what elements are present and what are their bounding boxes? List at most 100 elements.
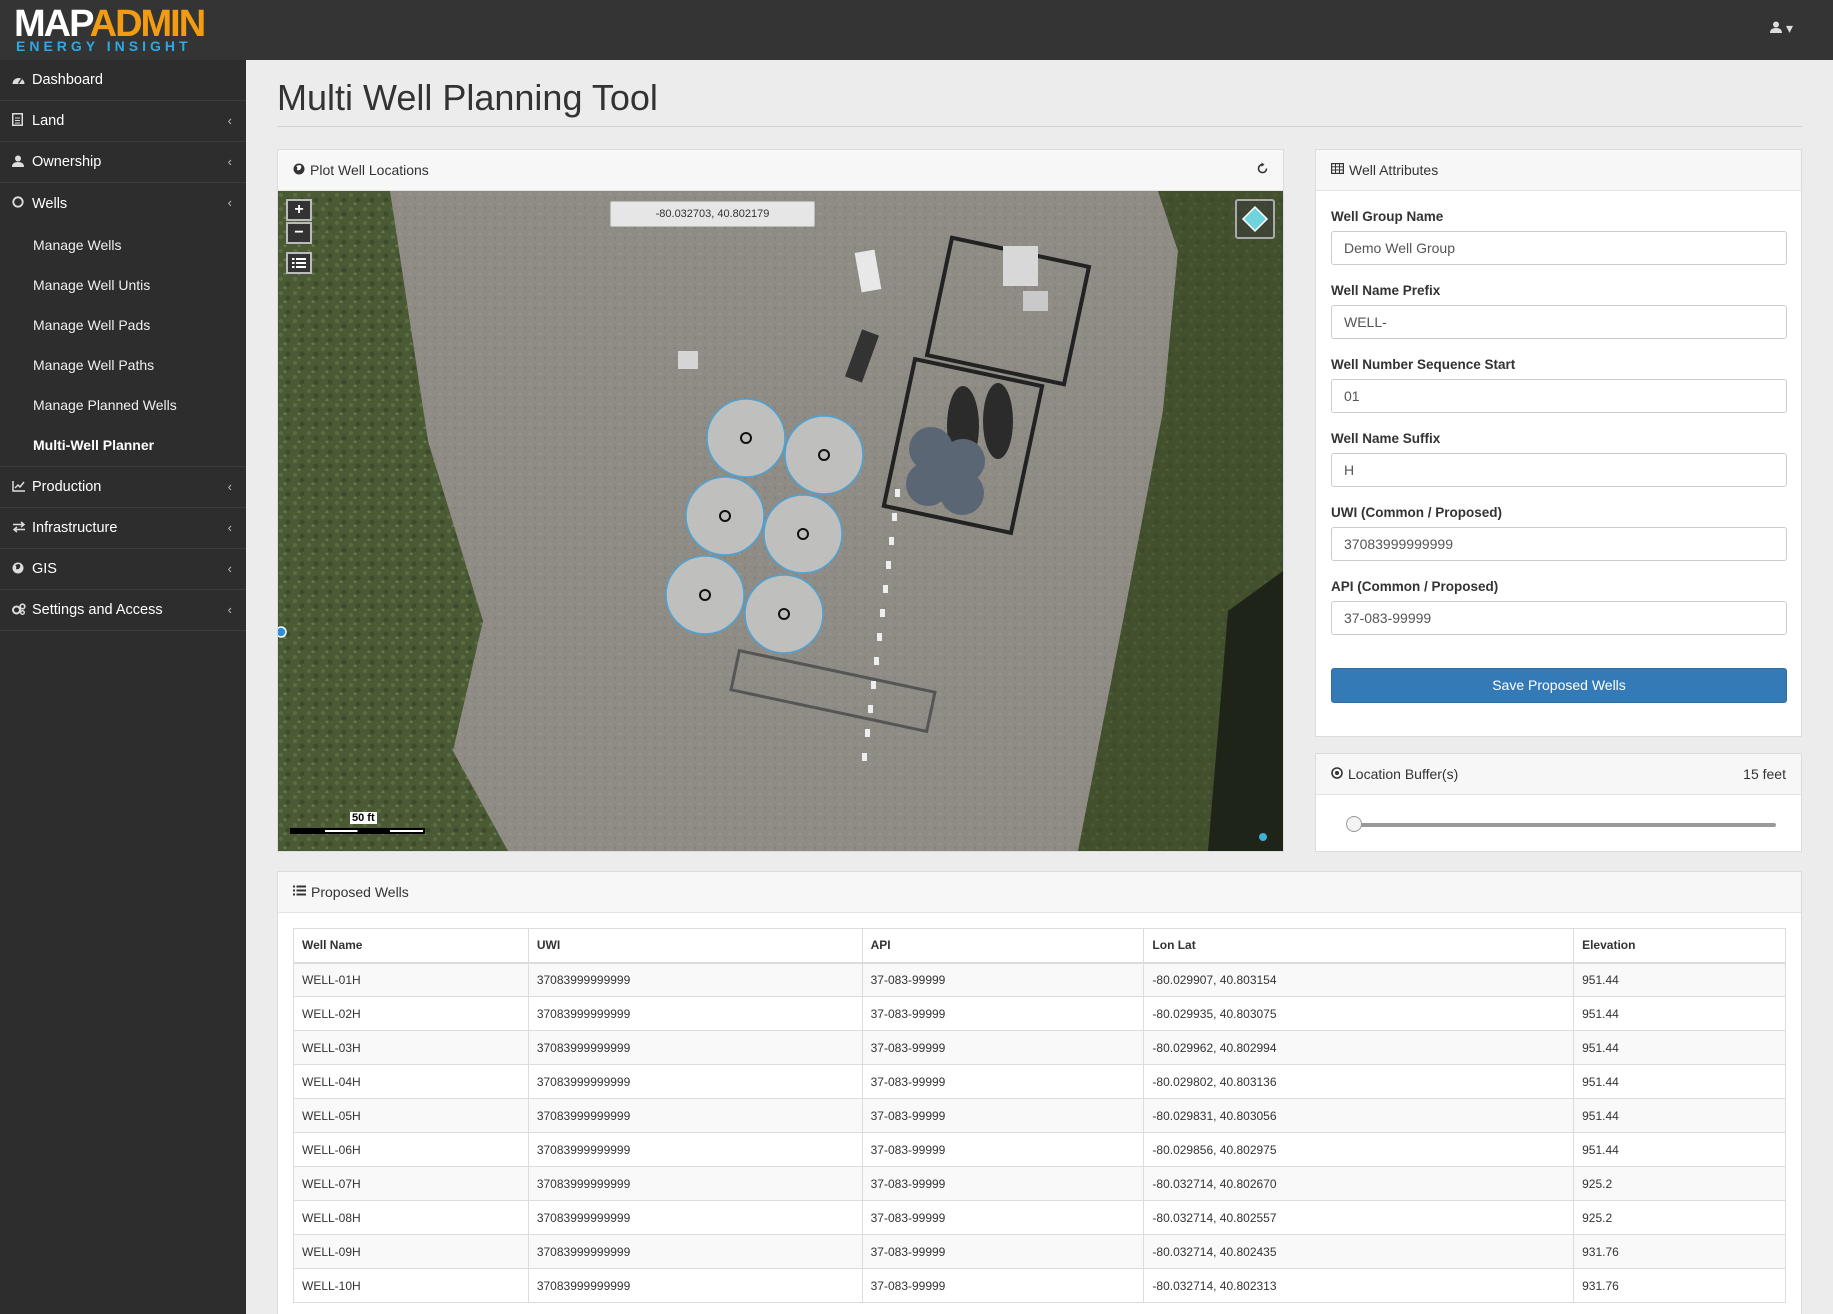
exchange-icon xyxy=(12,520,32,536)
cell-elevation: 951.44 xyxy=(1573,1132,1786,1167)
cell-lon-lat: -80.029802, 40.803136 xyxy=(1143,1064,1575,1099)
sidebar-item-label: Land xyxy=(32,113,65,129)
cell-elevation: 951.44 xyxy=(1573,1064,1786,1099)
table-row[interactable]: WELL-05H 37083999999999 37-083-99999 -80.02… xyxy=(293,1098,1786,1133)
plot-well-locations-panel: Plot Well Locations + − -80.032703, 40.8… xyxy=(277,149,1284,852)
satellite-map[interactable]: + − -80.032703, 40.802179 50 ft xyxy=(278,191,1283,851)
sidebar-item-wells[interactable]: Wells ‹ xyxy=(0,183,246,224)
cell-lon-lat: -80.029856, 40.802975 xyxy=(1143,1132,1575,1167)
sidebar-item-gis[interactable]: GIS ‹ xyxy=(0,549,246,590)
chevron-left-icon: ‹ xyxy=(227,602,232,617)
well-number-sequence-start-input[interactable] xyxy=(1331,379,1787,413)
sidebar-item-settings-and-access[interactable]: Settings and Access ‹ xyxy=(0,590,246,631)
satellite-imagery xyxy=(278,191,1283,851)
sidebar-item-dashboard[interactable]: Dashboard xyxy=(0,60,246,101)
table-row[interactable]: WELL-06H 37083999999999 37-083-99999 -80.02… xyxy=(293,1132,1786,1167)
top-bar: MAPADMIN ENERGY INSIGHT ▾ xyxy=(0,0,1833,60)
sidebar-subitem-manage-well-units[interactable]: Manage Well Untis xyxy=(0,265,246,305)
column-header[interactable]: Lon Lat xyxy=(1143,928,1575,964)
circle-icon xyxy=(12,196,32,211)
zoom-in-button[interactable]: + xyxy=(286,199,312,221)
table-row[interactable]: WELL-10H 37083999999999 37-083-99999 -80.03… xyxy=(293,1268,1786,1303)
well-name-suffix-input[interactable] xyxy=(1331,453,1787,487)
cell-api: 37-083-99999 xyxy=(861,1132,1145,1167)
table-row[interactable]: WELL-03H 37083999999999 37-083-99999 -80.02… xyxy=(293,1030,1786,1065)
wells-submenu: Manage Wells Manage Well Untis Manage We… xyxy=(0,224,246,467)
cell-lon-lat: -80.032714, 40.802435 xyxy=(1143,1234,1575,1269)
well-group-name-input[interactable] xyxy=(1331,231,1787,265)
user-icon xyxy=(1770,21,1783,33)
user-menu-button[interactable]: ▾ xyxy=(1770,20,1793,37)
sidebar-item-production[interactable]: Production ‹ xyxy=(0,467,246,508)
chevron-left-icon: ‹ xyxy=(227,561,232,576)
table-row[interactable]: WELL-02H 37083999999999 37-083-99999 -80.02… xyxy=(293,996,1786,1031)
globe-icon xyxy=(293,163,305,178)
target-icon xyxy=(1331,766,1343,782)
sidebar-subitem-manage-planned-wells[interactable]: Manage Planned Wells xyxy=(0,385,246,425)
api-label: API (Common / Proposed) xyxy=(1331,579,1499,594)
layer-list-button[interactable] xyxy=(286,252,312,274)
refresh-icon[interactable] xyxy=(1256,162,1269,178)
cell-lon-lat: -80.029907, 40.803154 xyxy=(1143,962,1575,997)
table-row[interactable]: WELL-01H 37083999999999 37-083-99999 -80.02… xyxy=(293,962,1786,997)
well-number-sequence-start-label: Well Number Sequence Start xyxy=(1331,357,1516,372)
sidebar-item-infrastructure[interactable]: Infrastructure ‹ xyxy=(0,508,246,549)
sidebar-item-label: Wells xyxy=(32,195,68,212)
cell-lon-lat: -80.032714, 40.802313 xyxy=(1143,1268,1575,1303)
brand-logo[interactable]: MAPADMIN ENERGY INSIGHT xyxy=(14,4,206,54)
table-header-row: Well Name UWI API Lon Lat Elevation xyxy=(293,928,1786,964)
uwi-label: UWI (Common / Proposed) xyxy=(1331,505,1502,520)
column-header[interactable]: UWI xyxy=(527,928,863,964)
cell-uwi: 37083999999999 xyxy=(527,996,863,1031)
sidebar-subitem-manage-wells[interactable]: Manage Wells xyxy=(0,225,246,265)
dashboard-icon xyxy=(12,73,32,88)
table-row[interactable]: WELL-07H 37083999999999 37-083-99999 -80.03… xyxy=(293,1166,1786,1201)
well-name-suffix-label: Well Name Suffix xyxy=(1331,431,1441,446)
well-group-name-label: Well Group Name xyxy=(1331,209,1444,224)
line-chart-icon xyxy=(12,480,32,495)
uwi-input[interactable] xyxy=(1331,527,1787,561)
cell-api: 37-083-99999 xyxy=(861,1098,1145,1133)
cell-lon-lat: -80.029935, 40.803075 xyxy=(1143,996,1575,1031)
cell-uwi: 37083999999999 xyxy=(527,1268,863,1303)
attributes-panel-header: Well Attributes xyxy=(1316,150,1801,191)
basemap-switcher-button[interactable] xyxy=(1235,199,1275,239)
sidebar-subitem-manage-well-pads[interactable]: Manage Well Pads xyxy=(0,305,246,345)
file-icon xyxy=(12,113,32,129)
buffer-slider-track[interactable] xyxy=(1356,823,1776,827)
sidebar: Dashboard Land ‹ Ownership ‹ Wells ‹ Man… xyxy=(0,60,246,1314)
list-icon xyxy=(293,885,306,899)
cell-api: 37-083-99999 xyxy=(861,1030,1145,1065)
sidebar-subitem-multi-well-planner[interactable]: Multi-Well Planner xyxy=(0,425,246,465)
column-header[interactable]: Elevation xyxy=(1573,928,1786,964)
well-name-prefix-input[interactable] xyxy=(1331,305,1787,339)
chevron-left-icon: ‹ xyxy=(227,154,232,169)
table-icon xyxy=(1331,163,1345,177)
table-row[interactable]: WELL-04H 37083999999999 37-083-99999 -80.02… xyxy=(293,1064,1786,1099)
cell-api: 37-083-99999 xyxy=(861,996,1145,1031)
sidebar-item-ownership[interactable]: Ownership ‹ xyxy=(0,142,246,183)
sidebar-subitem-manage-well-paths[interactable]: Manage Well Paths xyxy=(0,345,246,385)
table-row[interactable]: WELL-08H 37083999999999 37-083-99999 -80.03… xyxy=(293,1200,1786,1235)
cell-elevation: 925.2 xyxy=(1573,1200,1786,1235)
logo-subtitle: ENERGY INSIGHT xyxy=(16,38,192,54)
cell-lon-lat: -80.029831, 40.803056 xyxy=(1143,1098,1575,1133)
save-proposed-wells-button[interactable]: Save Proposed Wells xyxy=(1331,668,1787,703)
sidebar-item-land[interactable]: Land ‹ xyxy=(0,101,246,142)
table-row[interactable]: WELL-09H 37083999999999 37-083-99999 -80.03… xyxy=(293,1234,1786,1269)
cell-api: 37-083-99999 xyxy=(861,1268,1145,1303)
cell-elevation: 931.76 xyxy=(1573,1268,1786,1303)
column-header[interactable]: API xyxy=(861,928,1145,964)
chevron-left-icon: ‹ xyxy=(227,113,232,128)
cursor-coordinates: -80.032703, 40.802179 xyxy=(610,201,815,227)
cell-api: 37-083-99999 xyxy=(861,1064,1145,1099)
zoom-out-button[interactable]: − xyxy=(286,222,312,244)
cell-uwi: 37083999999999 xyxy=(527,1132,863,1167)
buffer-slider-handle[interactable] xyxy=(1346,816,1362,832)
column-header[interactable]: Well Name xyxy=(293,928,529,964)
attributes-panel-title: Well Attributes xyxy=(1349,162,1439,178)
cell-elevation: 951.44 xyxy=(1573,996,1786,1031)
main-content: Multi Well Planning Tool Plot Well Locat… xyxy=(246,60,1833,1314)
buffer-panel-title: Location Buffer(s) xyxy=(1348,766,1459,782)
api-input[interactable] xyxy=(1331,601,1787,635)
